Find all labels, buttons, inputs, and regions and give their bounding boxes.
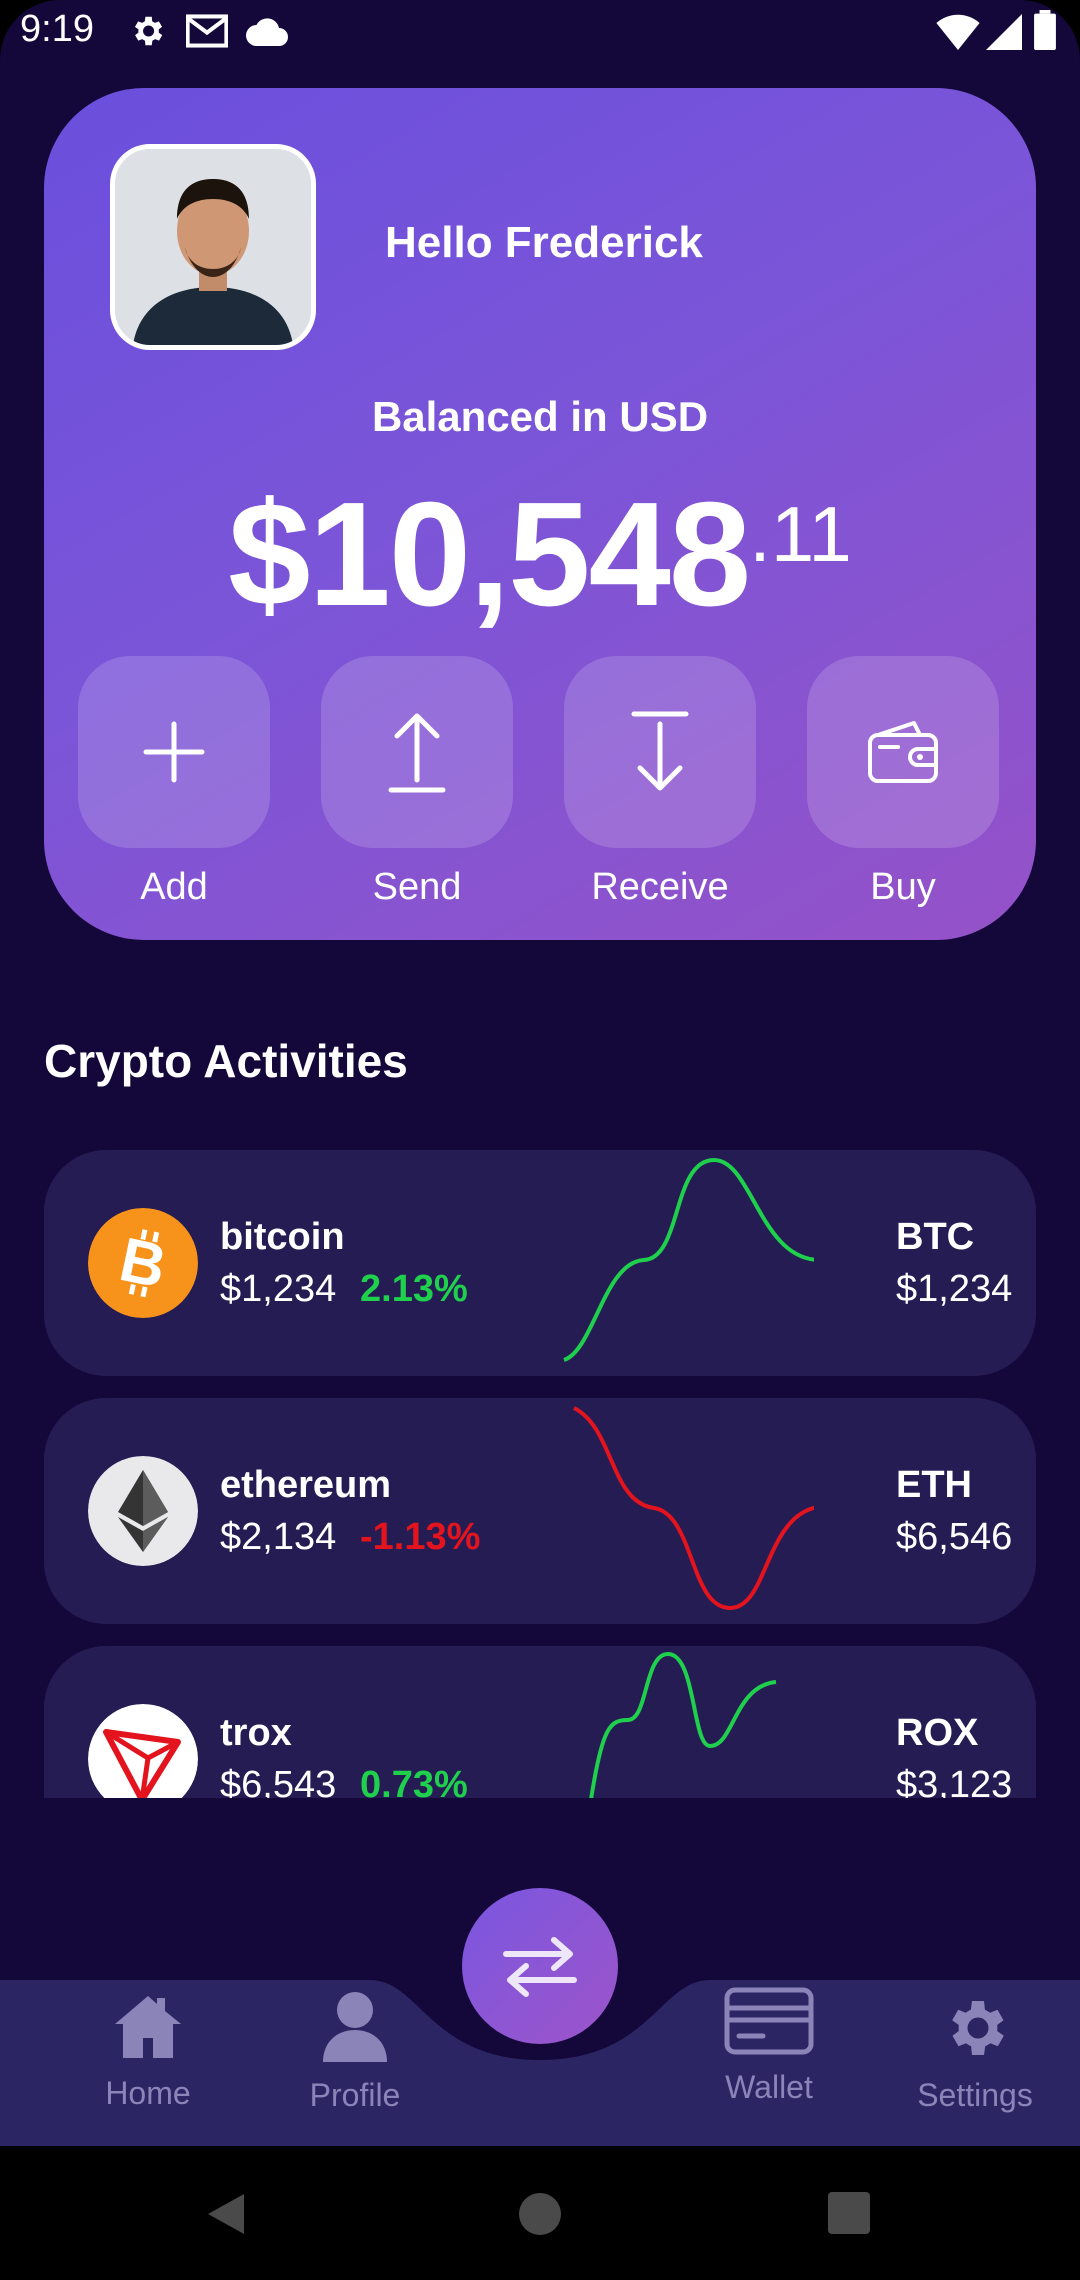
balance-cents: .11 bbox=[749, 490, 852, 578]
balance-amount: $10,548.11 bbox=[44, 470, 1036, 640]
send-label: Send bbox=[372, 866, 462, 908]
ethereum-icon bbox=[88, 1456, 198, 1566]
signal-icon bbox=[986, 14, 1022, 55]
bitcoin-icon: B bbox=[88, 1208, 198, 1318]
home-icon bbox=[115, 1996, 181, 2058]
list-item[interactable]: ethereum $2,134 -1.13% ETH $6,546 bbox=[44, 1398, 1036, 1624]
coin-change: 2.13% bbox=[360, 1268, 468, 1310]
coin-value: $1,234 bbox=[896, 1268, 1013, 1310]
nav-item-home[interactable]: Home bbox=[58, 1992, 238, 2112]
action-buttons: Add Send Receive Buy bbox=[78, 656, 1002, 916]
coin-symbol: BTC bbox=[896, 1216, 975, 1258]
send-button[interactable] bbox=[321, 656, 513, 848]
cloud-icon bbox=[246, 16, 288, 51]
greeting-text: Hello Frederick bbox=[385, 218, 703, 267]
add-button[interactable] bbox=[78, 656, 270, 848]
coin-change: 0.73% bbox=[360, 1764, 468, 1798]
sparkline-chart bbox=[563, 1157, 814, 1362]
battery-icon bbox=[1034, 10, 1056, 55]
coin-name: ethereum bbox=[220, 1464, 392, 1506]
gear-icon bbox=[128, 12, 166, 55]
back-icon[interactable] bbox=[206, 2192, 246, 2236]
gmail-icon bbox=[185, 12, 229, 55]
coin-name: bitcoin bbox=[220, 1216, 345, 1258]
coin-change: -1.13% bbox=[360, 1516, 481, 1558]
nav-item-wallet[interactable]: Wallet bbox=[679, 1986, 859, 2106]
coin-price: $1,234 bbox=[220, 1268, 337, 1310]
receive-label: Receive bbox=[591, 866, 729, 908]
crypto-list[interactable]: B bitcoin $1,234 2.13% BTC $1,234 ethere… bbox=[44, 1150, 1036, 1798]
wallet-icon bbox=[868, 721, 938, 783]
list-item[interactable]: B bitcoin $1,234 2.13% BTC $1,234 bbox=[44, 1150, 1036, 1376]
wifi-icon bbox=[936, 14, 980, 55]
coin-value: $3,123 bbox=[896, 1764, 1013, 1798]
status-time: 9:19 bbox=[20, 8, 94, 50]
list-item[interactable]: trox $6,543 0.73% ROX $3,123 bbox=[44, 1646, 1036, 1798]
coin-symbol: ETH bbox=[896, 1464, 972, 1506]
balance-label: Balanced in USD bbox=[371, 393, 709, 440]
tron-icon bbox=[88, 1704, 198, 1798]
recents-icon[interactable] bbox=[828, 2192, 870, 2234]
gear-icon bbox=[952, 2001, 1004, 2055]
nav-item-settings[interactable]: Settings bbox=[885, 1992, 1065, 2114]
buy-button[interactable] bbox=[807, 656, 999, 848]
coin-price: $2,134 bbox=[220, 1516, 337, 1558]
home-circle-icon[interactable] bbox=[518, 2192, 562, 2236]
nav-label-home: Home bbox=[105, 2075, 191, 2111]
sparkline-chart bbox=[589, 1651, 777, 1798]
app-screen: 9:19 Hello Frederick Balanced in USD $10… bbox=[0, 0, 1080, 2280]
profile-photo-icon bbox=[115, 149, 311, 345]
system-navigation-bar bbox=[0, 2146, 1080, 2280]
sparkline-chart bbox=[573, 1406, 814, 1611]
buy-label: Buy bbox=[870, 866, 936, 908]
arrow-down-icon bbox=[631, 711, 689, 791]
user-icon bbox=[323, 1992, 387, 2062]
coin-price: $6,543 bbox=[220, 1764, 337, 1798]
balance-card: Hello Frederick Balanced in USD $10,548.… bbox=[44, 88, 1036, 940]
nav-label-settings: Settings bbox=[917, 2077, 1033, 2113]
card-icon bbox=[724, 1987, 814, 2055]
arrow-up-icon bbox=[388, 713, 446, 793]
balance-main: $10,548 bbox=[228, 472, 751, 637]
status-bar: 9:19 bbox=[0, 0, 1080, 64]
nav-label-wallet: Wallet bbox=[725, 2069, 813, 2105]
plus-icon bbox=[143, 721, 205, 783]
coin-name: trox bbox=[220, 1712, 292, 1754]
buy-action[interactable]: Buy bbox=[807, 656, 999, 909]
add-action[interactable]: Add bbox=[78, 656, 270, 909]
coin-symbol: ROX bbox=[896, 1712, 979, 1754]
send-action[interactable]: Send bbox=[321, 656, 513, 909]
add-label: Add bbox=[140, 866, 208, 908]
coin-value: $6,546 bbox=[896, 1516, 1013, 1558]
nav-item-profile[interactable]: Profile bbox=[265, 1990, 445, 2114]
receive-button[interactable] bbox=[564, 656, 756, 848]
receive-action[interactable]: Receive bbox=[564, 656, 756, 909]
nav-label-profile: Profile bbox=[309, 2077, 401, 2113]
section-title: Crypto Activities bbox=[44, 1035, 408, 1087]
avatar[interactable] bbox=[110, 144, 316, 350]
bottom-nav: Home Profile Wallet Settings bbox=[0, 1980, 1080, 2146]
